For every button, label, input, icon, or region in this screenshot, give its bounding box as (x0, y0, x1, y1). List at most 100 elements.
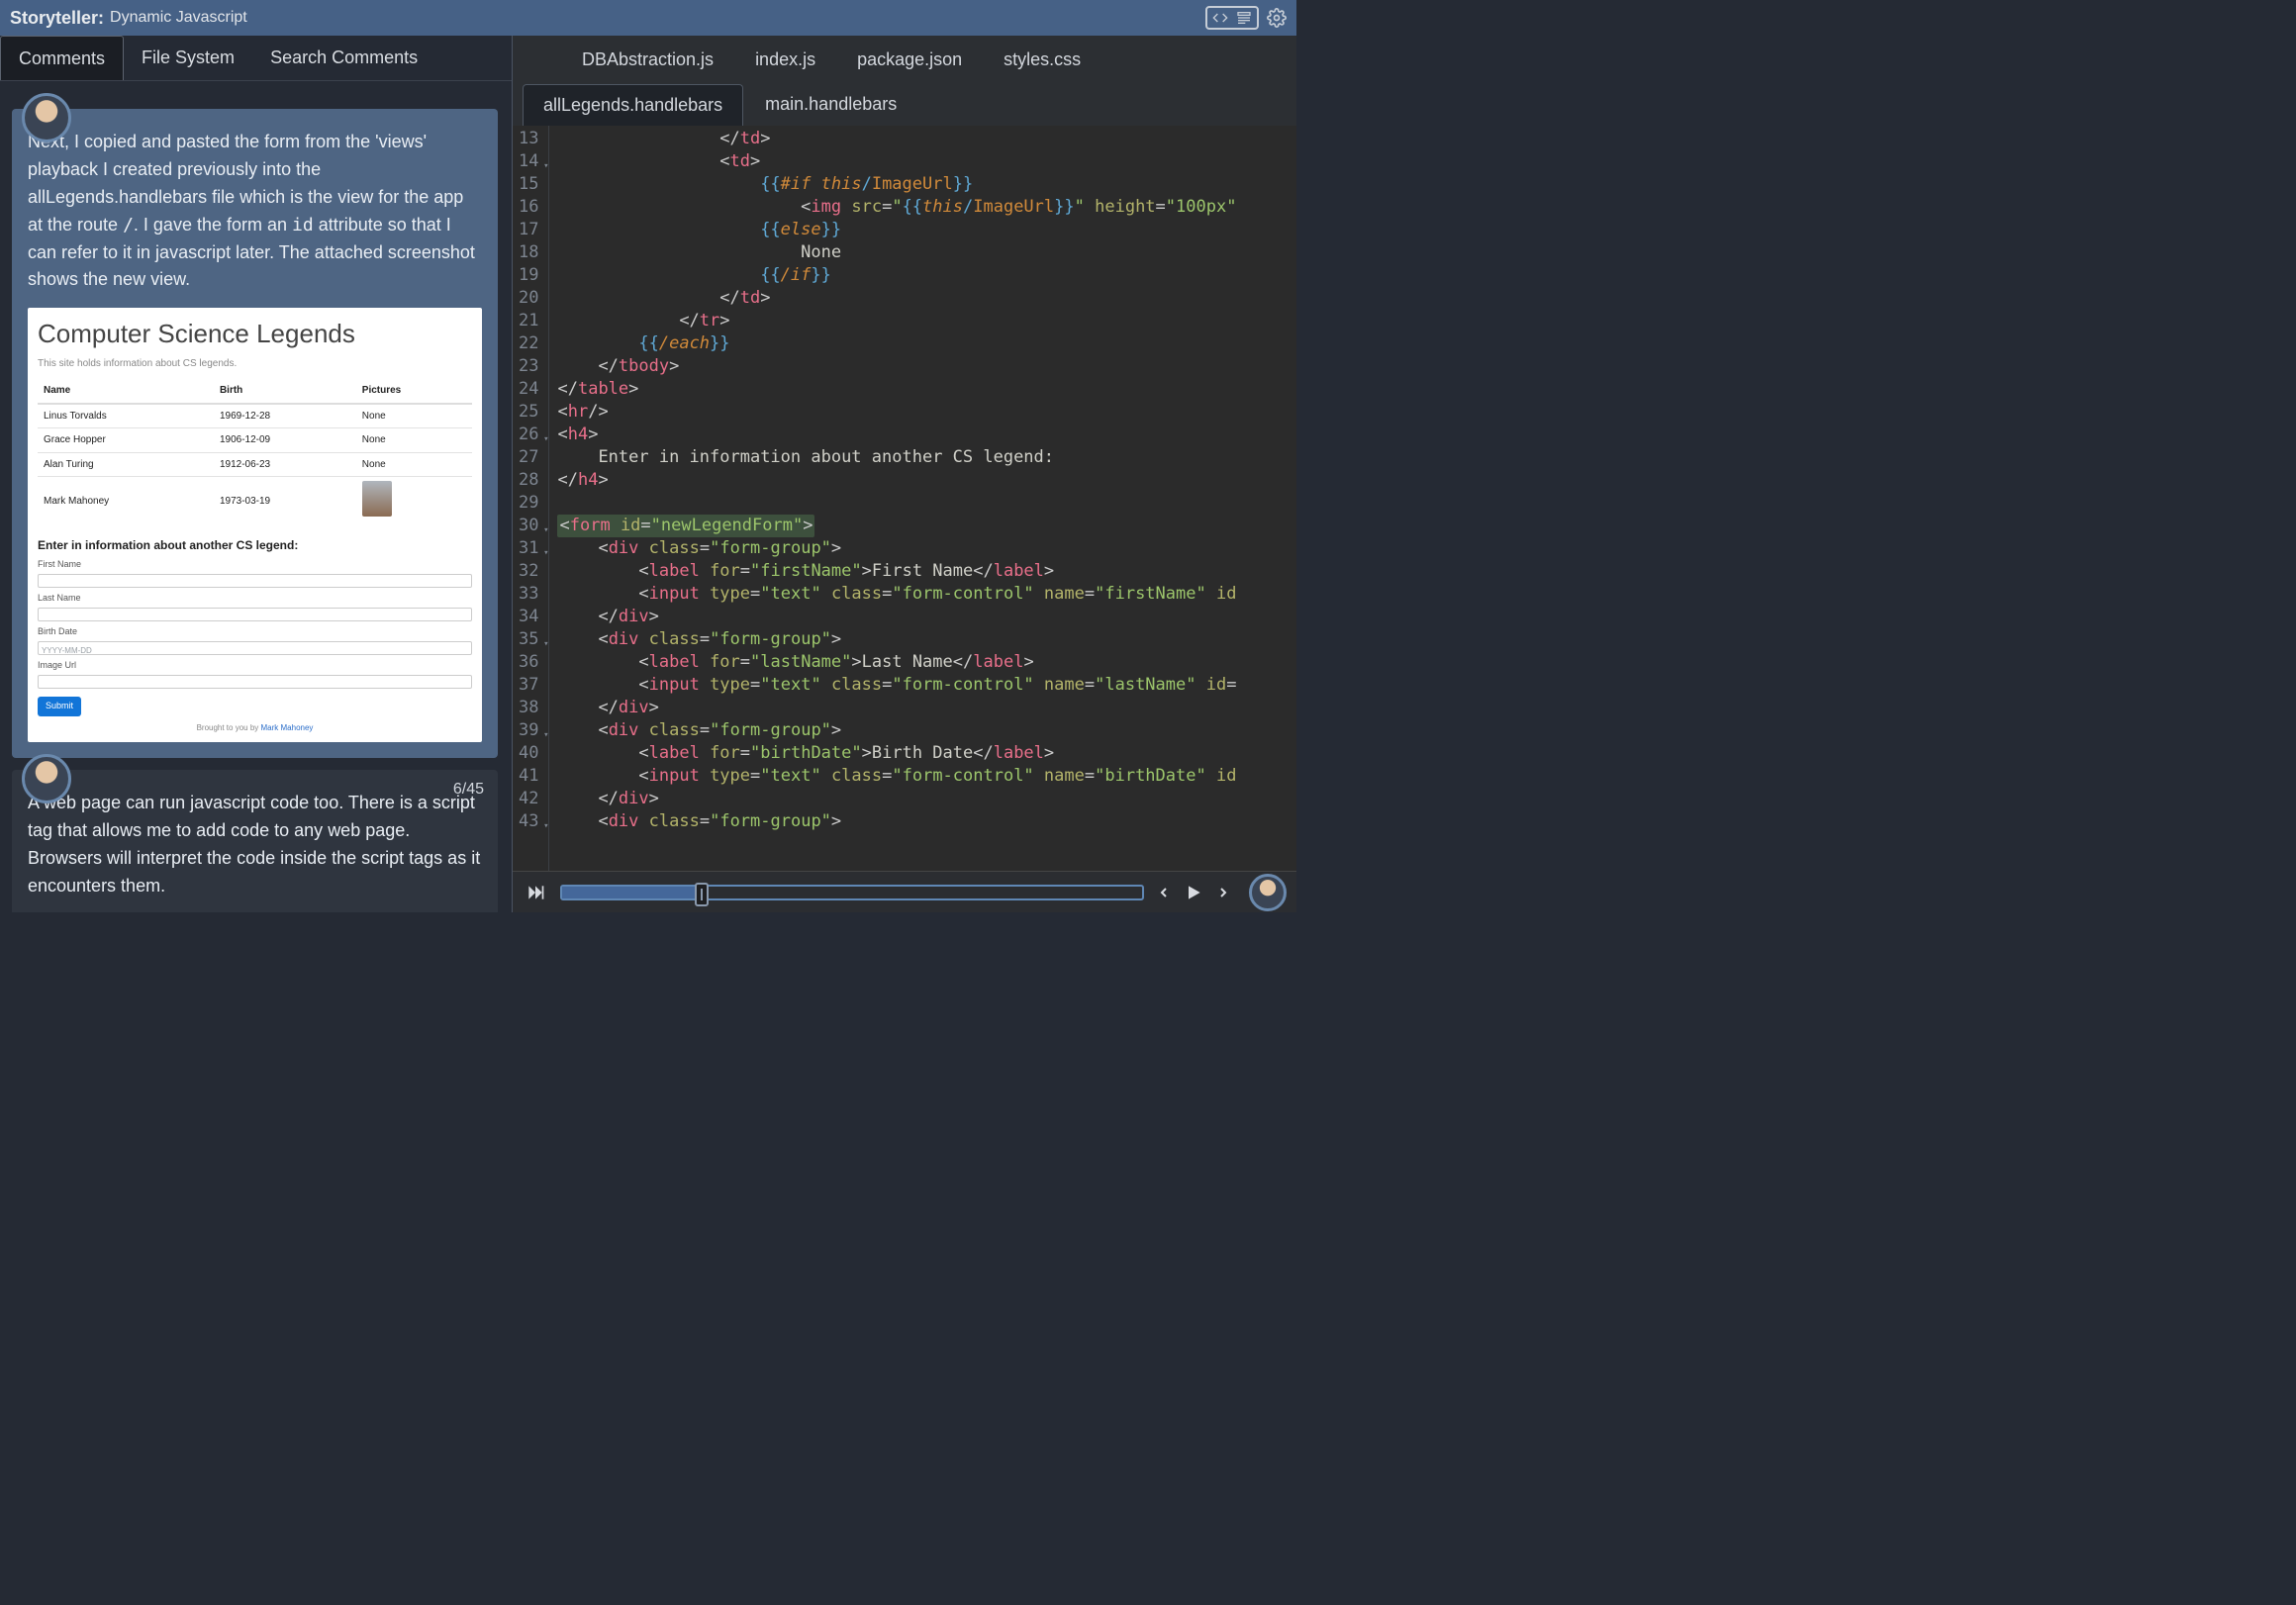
comment-card[interactable]: 6/45A web page can run javascript code t… (12, 770, 498, 912)
code-line[interactable]: Enter in information about another CS le… (557, 446, 1296, 469)
line-number[interactable]: 21 (519, 310, 538, 332)
left-tab-fs[interactable]: File System (124, 36, 252, 80)
comment-card[interactable]: Next, I copied and pasted the form from … (12, 109, 498, 758)
embed-table: NameBirthPicturesLinus Torvalds1969-12-2… (38, 379, 472, 526)
code-line[interactable]: <div class="form-group"> (557, 628, 1296, 651)
input-first[interactable] (38, 574, 472, 588)
submit-button[interactable]: Submit (38, 697, 81, 716)
code-line[interactable] (557, 492, 1296, 515)
code-line[interactable]: {{/if}} (557, 264, 1296, 287)
line-number[interactable]: 18 (519, 241, 538, 264)
embedded-screenshot[interactable]: Computer Science LegendsThis site holds … (28, 308, 482, 742)
avatar[interactable] (22, 754, 71, 803)
code-line[interactable]: </div> (557, 606, 1296, 628)
comments-scroll[interactable]: Next, I copied and pasted the form from … (0, 81, 512, 912)
file-tab-styles-css[interactable]: styles.css (984, 40, 1100, 80)
playback-bar (513, 871, 1296, 912)
avatar[interactable] (22, 93, 71, 142)
code-line[interactable]: <input type="text" class="form-control" … (557, 765, 1296, 788)
progress-thumb[interactable] (695, 883, 709, 906)
line-number[interactable]: 27 (519, 446, 538, 469)
line-number[interactable]: 19 (519, 264, 538, 287)
code-line[interactable]: </td> (557, 287, 1296, 310)
label-birth: Birth Date (38, 625, 472, 639)
line-number[interactable]: 36 (519, 651, 538, 674)
code-line[interactable]: </div> (557, 788, 1296, 810)
file-tab-main-handlebars[interactable]: main.handlebars (745, 84, 916, 126)
line-number[interactable]: 20 (519, 287, 538, 310)
line-number[interactable]: 43 (519, 810, 538, 833)
line-number[interactable]: 31 (519, 537, 538, 560)
next-button[interactable] (1215, 884, 1231, 901)
input-image[interactable] (38, 675, 472, 689)
line-number[interactable]: 29 (519, 492, 538, 515)
line-number[interactable]: 38 (519, 697, 538, 719)
gear-icon[interactable] (1267, 8, 1287, 28)
line-number[interactable]: 34 (519, 606, 538, 628)
code-line[interactable]: <h4> (557, 424, 1296, 446)
code-line[interactable]: None (557, 241, 1296, 264)
code-line[interactable]: {{/each}} (557, 332, 1296, 355)
line-number[interactable]: 28 (519, 469, 538, 492)
line-number[interactable]: 41 (519, 765, 538, 788)
line-gutter: 1314151617181920212223242526272829303132… (513, 126, 549, 871)
play-button[interactable] (1184, 883, 1203, 902)
code-line[interactable]: </td> (557, 128, 1296, 150)
code-line[interactable]: <input type="text" class="form-control" … (557, 583, 1296, 606)
line-number[interactable]: 16 (519, 196, 538, 219)
code-line[interactable]: <label for="lastName">Last Name</label> (557, 651, 1296, 674)
line-number[interactable]: 22 (519, 332, 538, 355)
line-number[interactable]: 24 (519, 378, 538, 401)
left-tab-search[interactable]: Search Comments (252, 36, 435, 80)
code-line[interactable]: </tr> (557, 310, 1296, 332)
line-number[interactable]: 37 (519, 674, 538, 697)
file-tabs-row-2: allLegends.handlebarsmain.handlebars (513, 80, 1296, 126)
code-line[interactable]: <div class="form-group"> (557, 537, 1296, 560)
view-mode-toggle[interactable] (1205, 6, 1259, 30)
line-number[interactable]: 42 (519, 788, 538, 810)
prev-button[interactable] (1156, 884, 1172, 901)
left-tab-comments[interactable]: Comments (0, 36, 124, 80)
code-line[interactable]: </tbody> (557, 355, 1296, 378)
code-editor[interactable]: 1314151617181920212223242526272829303132… (513, 126, 1296, 871)
blog-view-icon[interactable] (1235, 10, 1253, 26)
code-line[interactable]: <td> (557, 150, 1296, 173)
code-view-icon[interactable] (1211, 10, 1229, 26)
progress-bar[interactable] (560, 885, 1144, 900)
line-number[interactable]: 40 (519, 742, 538, 765)
code-line[interactable]: <input type="text" class="form-control" … (557, 674, 1296, 697)
line-number[interactable]: 14 (519, 150, 538, 173)
line-number[interactable]: 23 (519, 355, 538, 378)
file-tab-dbabstraction-js[interactable]: DBAbstraction.js (562, 40, 733, 80)
code-line[interactable]: <div class="form-group"> (557, 719, 1296, 742)
input-last[interactable] (38, 608, 472, 621)
code-line[interactable]: </table> (557, 378, 1296, 401)
code-line[interactable]: <form id="newLegendForm"> (557, 515, 1296, 537)
skip-forward-button[interactable] (523, 883, 548, 902)
file-tab-package-json[interactable]: package.json (837, 40, 982, 80)
file-tab-index-js[interactable]: index.js (735, 40, 835, 80)
input-birth[interactable]: YYYY-MM-DD (38, 641, 472, 655)
code-line[interactable]: <div class="form-group"> (557, 810, 1296, 833)
line-number[interactable]: 15 (519, 173, 538, 196)
avatar[interactable] (1249, 874, 1287, 911)
line-number[interactable]: 17 (519, 219, 538, 241)
file-tab-alllegends-handlebars[interactable]: allLegends.handlebars (523, 84, 743, 126)
code-content[interactable]: </td> <td> {{#if this/ImageUrl}} <img sr… (549, 126, 1296, 871)
code-line[interactable]: <label for="firstName">First Name</label… (557, 560, 1296, 583)
code-line[interactable]: <label for="birthDate">Birth Date</label… (557, 742, 1296, 765)
line-number[interactable]: 30 (519, 515, 538, 537)
line-number[interactable]: 26 (519, 424, 538, 446)
code-line[interactable]: <img src="{{this/ImageUrl}}" height="100… (557, 196, 1296, 219)
line-number[interactable]: 25 (519, 401, 538, 424)
code-line[interactable]: <hr/> (557, 401, 1296, 424)
line-number[interactable]: 13 (519, 128, 538, 150)
line-number[interactable]: 35 (519, 628, 538, 651)
line-number[interactable]: 39 (519, 719, 538, 742)
code-line[interactable]: {{#if this/ImageUrl}} (557, 173, 1296, 196)
line-number[interactable]: 33 (519, 583, 538, 606)
code-line[interactable]: </div> (557, 697, 1296, 719)
code-line[interactable]: {{else}} (557, 219, 1296, 241)
code-line[interactable]: </h4> (557, 469, 1296, 492)
line-number[interactable]: 32 (519, 560, 538, 583)
